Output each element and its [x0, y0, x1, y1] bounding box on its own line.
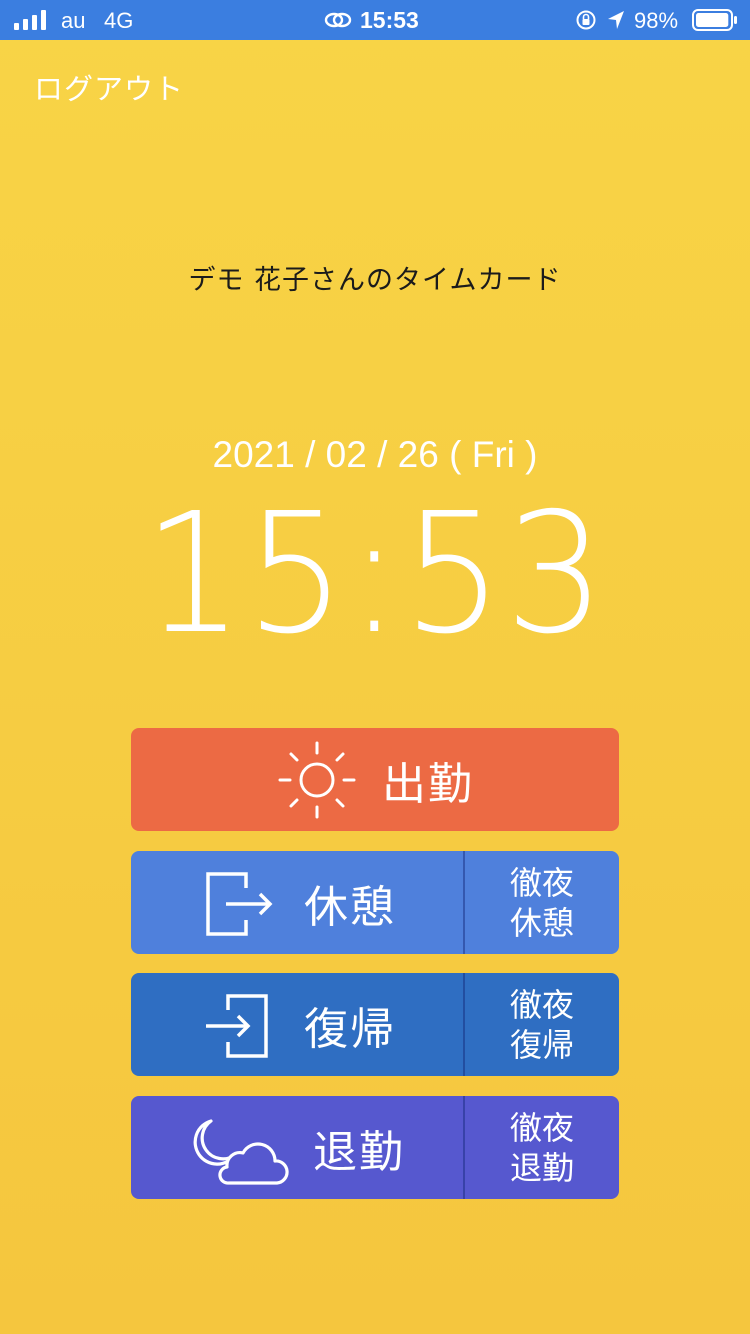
clock-in-label: 出勤 [382, 758, 474, 810]
return-label: 復帰 [304, 1003, 396, 1055]
overnight-break-button[interactable]: 徹夜 休憩 [463, 851, 619, 954]
clock-in-main[interactable]: 出勤 [131, 728, 619, 831]
moon-cloud-icon [193, 1118, 289, 1185]
link-icon [324, 12, 352, 28]
break-label: 休憩 [304, 881, 396, 933]
overnight-break-line2: 休憩 [509, 903, 574, 942]
carrier-name: au [61, 8, 86, 33]
page-title: デモ 花子さんのタイムカード [188, 265, 562, 296]
overnight-return-line1: 徹夜 [509, 985, 574, 1024]
clock-out-button-group: 退勤 徹夜 退勤 [131, 1096, 619, 1199]
clock-display: 15:53 [0, 492, 750, 658]
battery-percent: 98% [634, 8, 679, 33]
clock-time: 15:53 [143, 478, 607, 671]
exit-door-icon [206, 871, 273, 936]
overnight-clock-out-line1: 徹夜 [509, 1108, 574, 1147]
enter-door-icon [206, 993, 268, 1058]
overnight-return-line2: 復帰 [509, 1025, 574, 1064]
break-button[interactable]: 休憩 [131, 851, 463, 954]
sun-icon [278, 741, 356, 818]
break-button-group: 休憩 徹夜 休憩 [131, 851, 619, 954]
battery-icon [692, 9, 737, 31]
overnight-clock-out-line2: 退勤 [509, 1148, 574, 1187]
overnight-clock-out-button[interactable]: 徹夜 退勤 [463, 1096, 619, 1199]
status-time: 15:53 [360, 7, 419, 33]
return-button-group: 復帰 徹夜 復帰 [131, 973, 619, 1076]
rotation-lock-icon [576, 10, 596, 30]
clock-out-label: 退勤 [313, 1126, 405, 1178]
status-bar: au 4G 15:53 98% [0, 0, 750, 40]
overnight-break-line1: 徹夜 [509, 863, 574, 902]
overnight-return-button[interactable]: 徹夜 復帰 [463, 973, 619, 1076]
date-display: 2021 / 02 / 26 ( Fri ) [212, 434, 538, 475]
clock-out-button[interactable]: 退勤 [131, 1096, 463, 1199]
location-arrow-icon [608, 11, 624, 29]
network-type: 4G [104, 8, 134, 33]
clock-in-button[interactable]: 出勤 [131, 728, 619, 831]
return-button[interactable]: 復帰 [131, 973, 463, 1076]
signal-icon [14, 10, 46, 30]
logout-link[interactable]: ログアウト [34, 66, 184, 108]
